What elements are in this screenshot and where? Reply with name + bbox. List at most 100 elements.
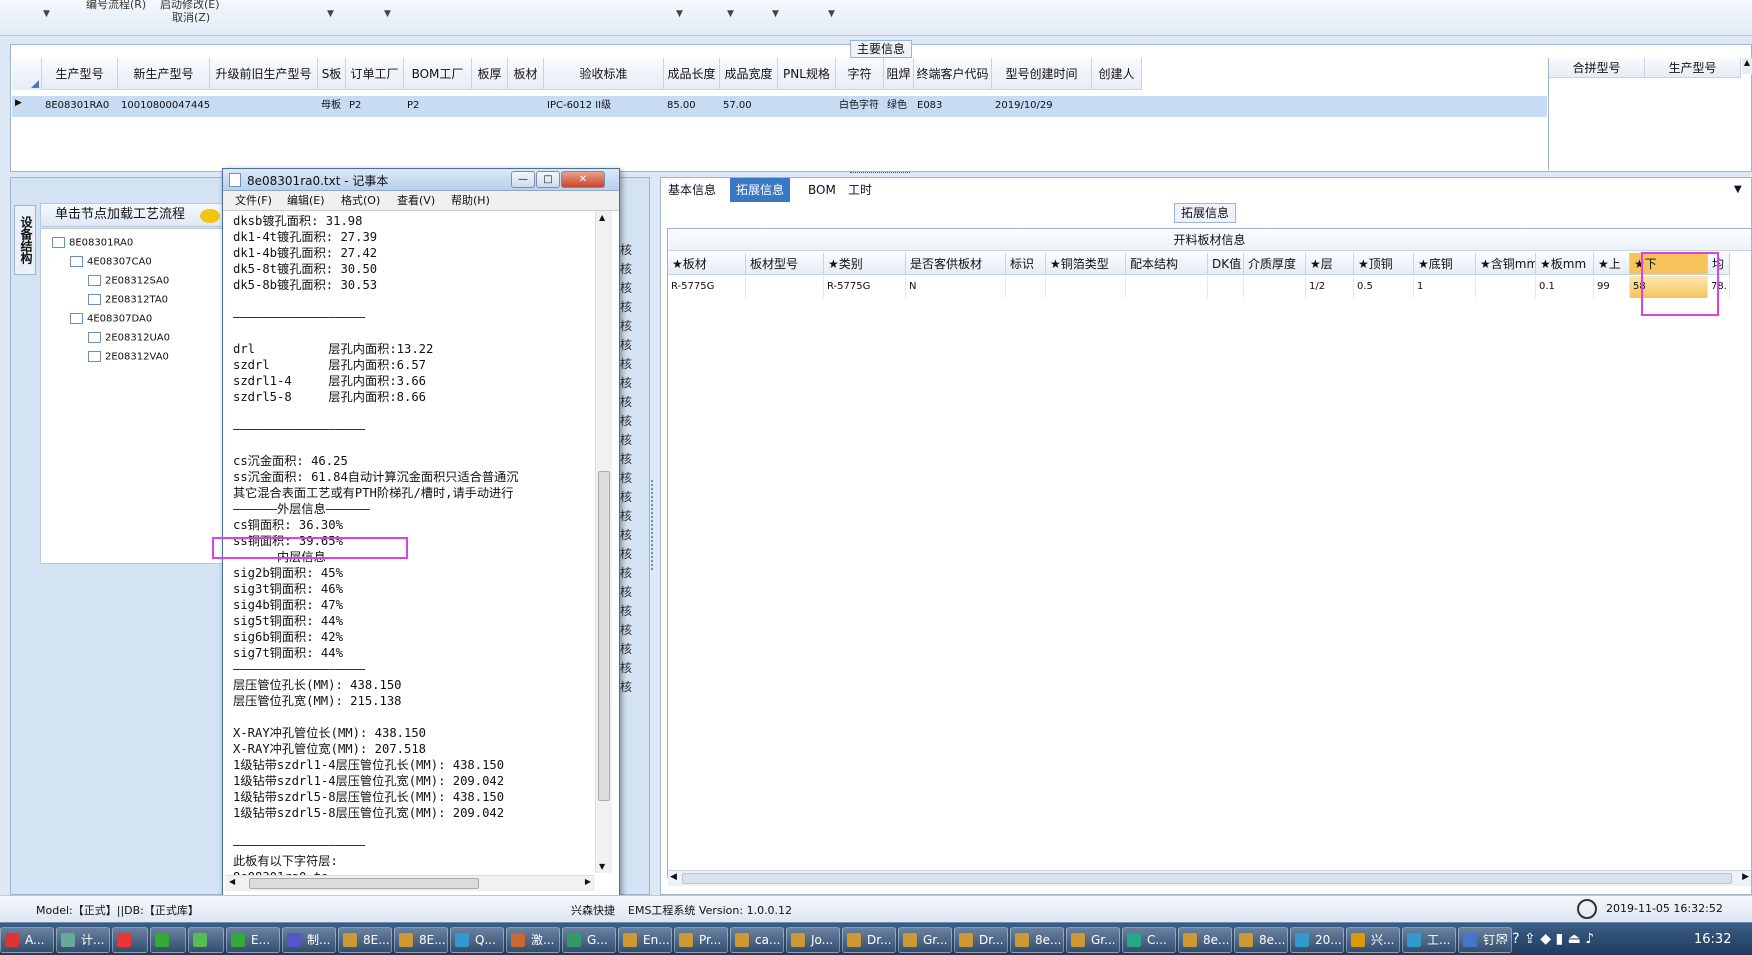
menu-item[interactable]: 帮助(H) bbox=[451, 191, 490, 211]
tree-node[interactable]: 4E08307CA0 bbox=[70, 256, 152, 268]
taskbar-button[interactable]: 工... bbox=[1402, 927, 1456, 953]
taskbar-button[interactable]: En... bbox=[618, 927, 672, 953]
splitter-grip[interactable] bbox=[651, 480, 657, 570]
column-header[interactable]: ★层 bbox=[1306, 253, 1354, 275]
column-header[interactable]: ★板材 bbox=[668, 253, 746, 275]
column-header[interactable]: 板材 bbox=[508, 58, 544, 90]
dropdown-arrow-icon[interactable]: ▼ bbox=[676, 9, 683, 19]
scroll-right-icon[interactable]: ▶ bbox=[585, 877, 591, 886]
horizontal-scrollbar[interactable]: ◀ ▶ bbox=[668, 870, 1751, 886]
column-header[interactable]: 标识 bbox=[1006, 253, 1046, 275]
column-header[interactable]: 板材型号 bbox=[746, 253, 824, 275]
column-header[interactable]: 终端客户代码 bbox=[914, 58, 992, 90]
table-cell[interactable] bbox=[1476, 276, 1536, 298]
tab-1[interactable]: 拓展信息 bbox=[730, 178, 791, 202]
scrollbar-thumb[interactable] bbox=[249, 878, 479, 889]
table-cell[interactable] bbox=[1126, 276, 1208, 298]
column-header[interactable]: BOM工厂 bbox=[404, 58, 472, 90]
column-header[interactable]: ★底铜 bbox=[1414, 253, 1476, 275]
column-header[interactable]: 生产型号 bbox=[42, 58, 118, 90]
tree-node[interactable]: 2E08312UA0 bbox=[88, 332, 170, 344]
scroll-up-icon[interactable]: ▲ bbox=[599, 213, 605, 222]
horizontal-scrollbar[interactable]: ◀ ▶ bbox=[225, 875, 595, 891]
taskbar-button[interactable]: Gr... bbox=[898, 927, 952, 953]
scrollbar-thumb[interactable] bbox=[598, 471, 610, 801]
minimize-icon[interactable]: — bbox=[511, 171, 535, 188]
table-cell[interactable]: 0.5 bbox=[1354, 276, 1414, 298]
toolbar-item-1[interactable]: 编号流程(R) bbox=[86, 0, 146, 12]
tab-0[interactable]: 基本信息 bbox=[662, 178, 722, 202]
taskbar-button[interactable]: Dr... bbox=[954, 927, 1008, 953]
column-header[interactable]: 型号创建时间 bbox=[992, 58, 1092, 90]
scroll-down-icon[interactable]: ▼ bbox=[599, 862, 605, 871]
column-header[interactable]: 生产型号 bbox=[1645, 58, 1741, 78]
column-header[interactable]: 配本结构 bbox=[1126, 253, 1208, 275]
tree-node[interactable]: 2E08312SA0 bbox=[88, 275, 169, 287]
close-icon[interactable]: ✕ bbox=[561, 171, 605, 188]
column-header[interactable]: ★板mm bbox=[1536, 253, 1594, 275]
taskbar-button[interactable] bbox=[150, 927, 186, 953]
table-cell[interactable]: R-5775G bbox=[668, 276, 746, 298]
menu-item[interactable]: 查看(V) bbox=[397, 191, 435, 211]
taskbar-button[interactable]: Gr... bbox=[1066, 927, 1120, 953]
table-cell[interactable] bbox=[746, 276, 824, 298]
table-cell[interactable] bbox=[1208, 276, 1244, 298]
column-header[interactable]: 创建人 bbox=[1092, 58, 1142, 90]
taskbar-button[interactable]: 8e... bbox=[1234, 927, 1288, 953]
table-cell[interactable] bbox=[1244, 276, 1306, 298]
column-header[interactable]: 介质厚度 bbox=[1244, 253, 1306, 275]
notepad-window[interactable]: 8e08301ra0.txt - 记事本 — □ ✕ 文件(F) 编辑(E) 格式(… bbox=[222, 168, 620, 903]
column-header[interactable]: 板厚 bbox=[472, 58, 508, 90]
column-header[interactable]: DK值 bbox=[1208, 253, 1244, 275]
taskbar-button[interactable]: E... bbox=[226, 927, 280, 953]
column-header[interactable]: 成品长度 bbox=[664, 58, 720, 90]
scroll-up-icon[interactable]: ▲ bbox=[1742, 58, 1752, 74]
column-header[interactable]: 是否客供板材 bbox=[906, 253, 1006, 275]
menu-item[interactable]: 格式(O) bbox=[341, 191, 380, 211]
column-header[interactable]: ★顶铜 bbox=[1354, 253, 1414, 275]
table-cell[interactable]: 1 bbox=[1414, 276, 1476, 298]
taskbar-button[interactable]: A... bbox=[0, 927, 54, 953]
taskbar-button[interactable]: 兴... bbox=[1346, 927, 1400, 953]
taskbar-button[interactable]: 8e... bbox=[1178, 927, 1232, 953]
column-header[interactable]: ★铜箔类型 bbox=[1046, 253, 1126, 275]
taskbar-button[interactable]: 计... bbox=[56, 927, 110, 953]
dropdown-arrow-icon[interactable]: ▼ bbox=[43, 9, 50, 19]
taskbar-button[interactable] bbox=[112, 927, 148, 953]
column-header[interactable]: ★含铜mm bbox=[1476, 253, 1536, 275]
tab-2[interactable]: BOM bbox=[802, 178, 842, 202]
column-header[interactable]: 新生产型号 bbox=[118, 58, 210, 90]
vertical-scrollbar[interactable]: ▲ ▼ bbox=[595, 211, 612, 873]
tree-node[interactable]: 2E08312TA0 bbox=[88, 294, 168, 306]
column-header[interactable]: 成品宽度 bbox=[720, 58, 778, 90]
menu-item[interactable]: 编辑(E) bbox=[287, 191, 325, 211]
taskbar-button[interactable]: 激... bbox=[506, 927, 560, 953]
scrollbar-thumb[interactable] bbox=[682, 873, 1732, 884]
dropdown-arrow-icon[interactable]: ▼ bbox=[1734, 184, 1742, 195]
scroll-left-icon[interactable]: ◀ bbox=[229, 877, 235, 886]
scroll-left-icon[interactable]: ◀ bbox=[670, 872, 677, 882]
taskbar-button[interactable]: 8e... bbox=[1010, 927, 1064, 953]
column-header[interactable]: ★上 bbox=[1594, 253, 1630, 275]
table-cell[interactable] bbox=[1046, 276, 1126, 298]
table-cell[interactable]: R-5775G bbox=[824, 276, 906, 298]
cancel-menu-item[interactable]: 取消(Z) bbox=[172, 9, 210, 25]
taskbar-clock[interactable]: 16:32 bbox=[1694, 932, 1731, 947]
table-cell[interactable]: N bbox=[906, 276, 1006, 298]
tree-node[interactable]: 2E08312VA0 bbox=[88, 351, 169, 363]
column-header[interactable]: 合拼型号 bbox=[1549, 58, 1645, 78]
taskbar-button[interactable]: 8E... bbox=[394, 927, 448, 953]
column-header[interactable]: 订单工厂 bbox=[346, 58, 404, 90]
column-header[interactable]: 阻焊 bbox=[884, 58, 914, 90]
taskbar-button[interactable]: 8E... bbox=[338, 927, 392, 953]
taskbar-button[interactable]: 20... bbox=[1290, 927, 1344, 953]
taskbar-button[interactable]: Q... bbox=[450, 927, 504, 953]
column-header[interactable]: PNL规格 bbox=[778, 58, 836, 90]
menu-item[interactable]: 文件(F) bbox=[235, 191, 272, 211]
table-cell[interactable]: 1/2 bbox=[1306, 276, 1354, 298]
column-header[interactable]: 字符 bbox=[836, 58, 884, 90]
taskbar-button[interactable]: G... bbox=[562, 927, 616, 953]
taskbar-button[interactable]: Dr... bbox=[842, 927, 896, 953]
table-cell[interactable]: 99 bbox=[1594, 276, 1630, 298]
tree-node[interactable]: 4E08307DA0 bbox=[70, 313, 152, 325]
